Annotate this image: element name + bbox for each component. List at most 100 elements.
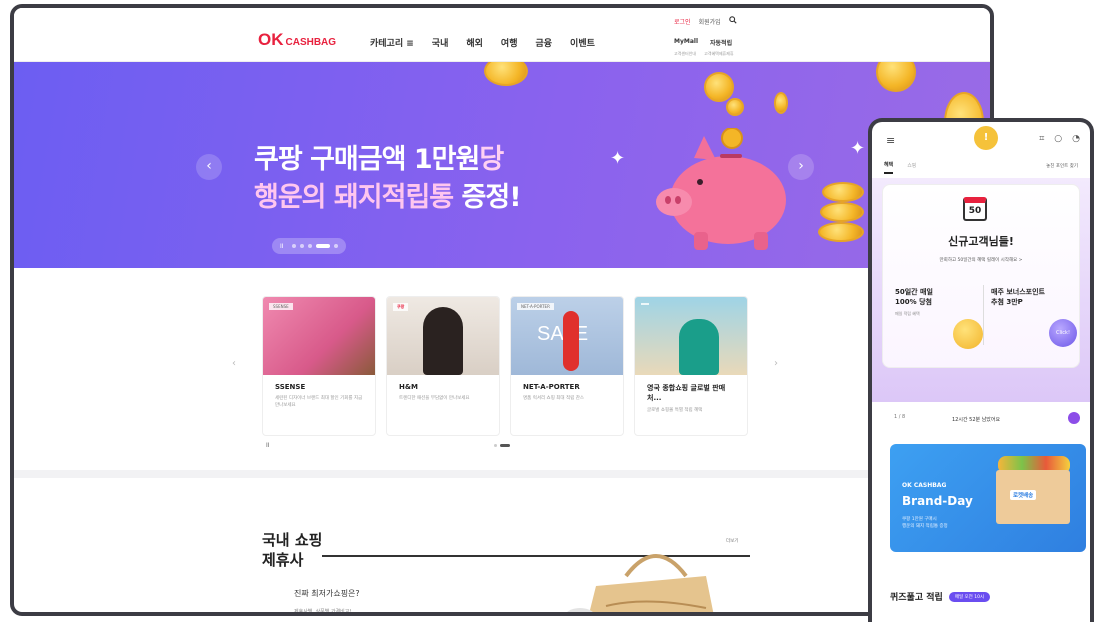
- handbag-illustration: [567, 554, 714, 612]
- login-link[interactable]: 로그인: [674, 17, 691, 26]
- click-ball-button[interactable]: Click!: [1049, 319, 1077, 347]
- menu-item-finance[interactable]: 금융: [535, 36, 552, 49]
- brand-sub-2: 행운의 돼지 적립통 증정: [902, 524, 948, 529]
- pager-dot[interactable]: [333, 244, 338, 248]
- hero-headline-line2: 행운의 돼지적립통 증정!: [254, 180, 522, 216]
- pager-dot[interactable]: [291, 244, 296, 248]
- pager-dot[interactable]: [299, 244, 304, 248]
- hero-prev-arrow[interactable]: ‹: [196, 154, 222, 180]
- menu-item-category[interactable]: 카테고리 ≡: [370, 36, 414, 49]
- brand-sub-1: 쿠팡 1만원 구매시: [902, 517, 937, 522]
- card-title: 영국 종합쇼핑 글로벌 판매처...: [647, 384, 726, 402]
- notification-dot[interactable]: [1068, 412, 1080, 424]
- tab-benefit[interactable]: 혜택: [884, 161, 894, 174]
- section-divider: [14, 470, 990, 478]
- cards-pagination[interactable]: [494, 444, 510, 447]
- card-description: 세련된 디자이너 브랜드 최대 할인 기회를 지금 만나보세요: [275, 396, 363, 408]
- scan-icon[interactable]: ⌗: [1039, 134, 1044, 144]
- card-tag: NET-A-PORTER: [517, 303, 554, 310]
- promo-subtext[interactable]: 만회하고 50일간의 혜택 릴레이 시작해요 >: [883, 257, 1079, 263]
- coin-decoration: [818, 222, 864, 242]
- cards-prev-arrow[interactable]: ‹: [232, 358, 236, 369]
- card-tag: SSENSE: [269, 303, 293, 310]
- coin-decoration: [774, 92, 788, 114]
- hero-line1-accent: 당: [479, 144, 504, 175]
- card-description: 글로벌 쇼핑몰 특별 적립 혜택: [647, 408, 703, 413]
- calendar-icon: 50: [963, 197, 987, 221]
- logo-cashbag: CASHBAG: [285, 37, 337, 48]
- pager-active[interactable]: [500, 444, 510, 447]
- mobile-frame: ≡ ! ⌗ ○ ◔ 혜택 쇼핑 놓친 포인트 찾기 50 신규고객님들! 만회하…: [868, 118, 1094, 622]
- brand-card[interactable]: SSENSE SSENSE 세련된 디자이너 브랜드 최대 할인 기회를 지금 …: [262, 296, 376, 436]
- brand-day-banner[interactable]: 로켓배송 OK CASHBAG Brand-Day 쿠팡 1만원 구매시 행운의…: [890, 444, 1086, 552]
- cards-pause-icon[interactable]: II: [266, 442, 270, 449]
- hero-line1-main: 쿠팡 구매금액 1만원: [254, 144, 480, 175]
- logo-ok: OK: [258, 30, 284, 49]
- domestic-shopping-title: 국내 쇼핑 제휴사: [262, 530, 322, 570]
- column-divider: [983, 285, 984, 345]
- coin-decoration: [820, 202, 864, 222]
- search-icon[interactable]: [728, 16, 737, 26]
- top-navigation: OK CASHBAG 카테고리 ≡ 국내 해외 여행 금융 이벤트 로그인 회원…: [14, 8, 990, 62]
- more-link[interactable]: 더보기: [726, 538, 738, 544]
- brand-card[interactable]: 쿠팡 H&M 트렌디한 패션을 부담없이 만나보세요: [386, 296, 500, 436]
- box-label: 로켓배송: [1010, 490, 1037, 500]
- autosave-link[interactable]: 자동적립: [710, 38, 732, 47]
- coin-decoration: [484, 62, 528, 86]
- delivery-box: 로켓배송: [996, 470, 1070, 524]
- hero-banner[interactable]: ✦ ✦ ‹ › 쿠팡 구매금액 1만원당 행운의 돼지적립통 증정! II: [14, 62, 990, 268]
- brand-card[interactable]: NET-A-PORTER SALE NET-A-PORTER 명품 럭셔리 쇼핑…: [510, 296, 624, 436]
- hero-pagination[interactable]: II: [272, 238, 346, 254]
- showcase-stage: OK CASHBAG 카테고리 ≡ 국내 해외 여행 금융 이벤트 로그인 회원…: [0, 0, 1099, 622]
- menu-item-domestic[interactable]: 국내: [432, 36, 449, 49]
- new-customer-promo[interactable]: 50 신규고객님들! 만회하고 50일간의 혜택 릴레이 시작해요 > 50일간…: [882, 184, 1080, 368]
- card-image: 쿠팡: [387, 297, 499, 375]
- model-figure: [423, 307, 463, 375]
- section-subtext: 제휴사별, 상품별 가격비교!: [294, 609, 352, 615]
- brand-card[interactable]: 영국 종합쇼핑 글로벌 판매처... 글로벌 쇼핑몰 특별 적립 혜택: [634, 296, 748, 436]
- coin-decoration: [876, 62, 916, 92]
- bell-icon[interactable]: ◔: [1072, 134, 1080, 144]
- pause-icon[interactable]: II: [280, 243, 284, 250]
- mymall-link[interactable]: MyMall: [674, 38, 698, 47]
- header-icons: ⌗ ○ ◔: [1039, 134, 1080, 144]
- customer-center-link[interactable]: 고객센터안내: [674, 51, 696, 57]
- hero-line2-white: 증정!: [453, 182, 522, 213]
- section-question: 진짜 최저가쇼핑은?: [294, 589, 360, 598]
- cards-next-arrow[interactable]: ›: [774, 358, 778, 369]
- avatar[interactable]: !: [974, 126, 998, 150]
- card-tag: [641, 303, 649, 305]
- quiz-section-title[interactable]: 퀴즈풀고 적립 매일 오전 10시: [890, 590, 991, 603]
- pager-dot[interactable]: [494, 444, 497, 447]
- menu-item-travel[interactable]: 여행: [501, 36, 518, 49]
- daily-prize-block[interactable]: 50일간 매일 100% 당첨 매일 적립 혜택: [895, 287, 933, 319]
- daily-title-2: 100% 당첨: [895, 298, 932, 306]
- slide-counter: 1 / 8: [894, 414, 906, 420]
- missed-point-link[interactable]: 놓친 포인트 찾기: [1046, 163, 1078, 169]
- promo-heading: 신규고객님들!: [948, 235, 1014, 248]
- quiz-badge: 매일 오전 10시: [948, 591, 991, 602]
- hero-headline-line1: 쿠팡 구매금액 1만원당: [254, 142, 504, 178]
- coin-decoration: [822, 182, 864, 202]
- menu-item-overseas[interactable]: 해외: [466, 36, 483, 49]
- card-tag: 쿠팡: [393, 303, 409, 311]
- search-icon[interactable]: ○: [1054, 134, 1062, 144]
- brand-day-sub: 쿠팡 1만원 구매시 행운의 돼지 적립통 증정: [902, 516, 948, 530]
- main-menu: 카테고리 ≡ 국내 해외 여행 금융 이벤트: [370, 36, 595, 49]
- section-title-line1: 국내 쇼핑: [262, 531, 323, 549]
- menu-icon[interactable]: ≡: [886, 134, 895, 147]
- benefit-link[interactable]: 고객혜택제휴제휴: [704, 51, 733, 57]
- desktop-frame: OK CASHBAG 카테고리 ≡ 국내 해외 여행 금융 이벤트 로그인 회원…: [10, 4, 994, 616]
- okcashbag-logo[interactable]: OK CASHBAG: [258, 30, 336, 50]
- menu-item-event[interactable]: 이벤트: [570, 36, 595, 49]
- pager-active[interactable]: [315, 244, 330, 248]
- card-title: NET-A-PORTER: [523, 383, 580, 391]
- dress-figure: [563, 311, 579, 371]
- card-description: 명품 럭셔리 쇼핑 최대 적립 찬스: [523, 396, 584, 401]
- sparkle-icon: ✦: [850, 138, 866, 159]
- join-link[interactable]: 회원가입: [699, 17, 721, 26]
- pager-dot[interactable]: [307, 244, 312, 248]
- tab-shopping[interactable]: 쇼핑: [907, 162, 916, 173]
- quiz-title: 퀴즈풀고 적립: [890, 593, 943, 603]
- weekly-bonus-block[interactable]: 매주 보너스포인트 추첨 3만P: [991, 287, 1045, 307]
